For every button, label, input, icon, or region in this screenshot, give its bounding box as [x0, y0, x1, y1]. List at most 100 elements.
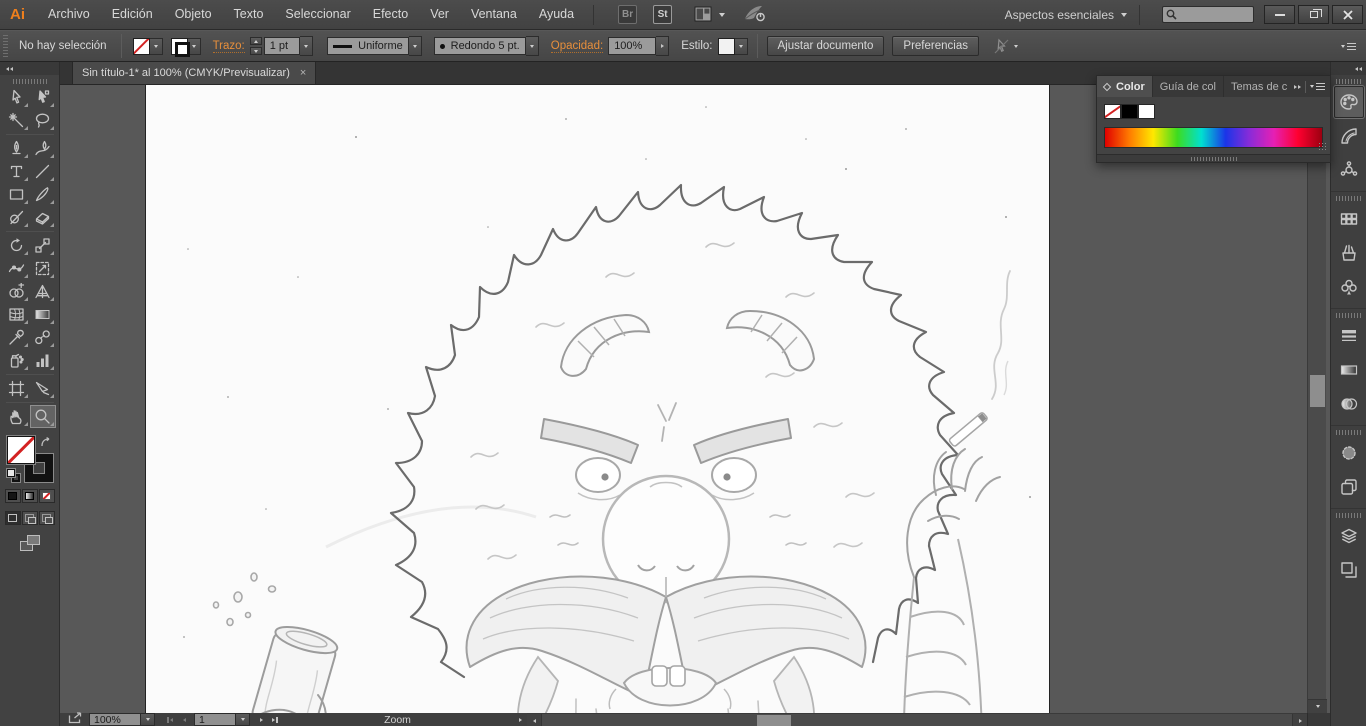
- first-artboard-button[interactable]: [163, 713, 177, 726]
- step-up-icon[interactable]: [249, 37, 262, 45]
- none-swatch[interactable]: [1104, 104, 1121, 119]
- scale-tool[interactable]: [30, 234, 56, 257]
- vertical-scrollbar[interactable]: [1307, 85, 1327, 713]
- stroke-width-stepper[interactable]: [249, 37, 262, 55]
- dock-header[interactable]: [1331, 62, 1366, 75]
- menu-item-3[interactable]: Texto: [223, 0, 275, 29]
- brushes-icon[interactable]: [1334, 237, 1364, 269]
- search-box[interactable]: [1162, 6, 1254, 23]
- stroke-width-dropdown[interactable]: [299, 36, 313, 56]
- brush-definition-dropdown[interactable]: Redondo 5 pt.: [433, 37, 526, 55]
- color-spectrum[interactable]: [1104, 127, 1327, 151]
- eraser-tool[interactable]: [30, 206, 56, 229]
- gripper[interactable]: [1335, 513, 1362, 518]
- fit-document-button[interactable]: Ajustar documento: [766, 36, 885, 56]
- selection-tool[interactable]: [4, 86, 30, 109]
- scroll-down-button[interactable]: [1308, 699, 1327, 713]
- artboard-number-dropdown[interactable]: [236, 713, 250, 726]
- mesh-tool[interactable]: [4, 303, 30, 326]
- eyedropper-tool[interactable]: [4, 326, 30, 349]
- previous-artboard-button[interactable]: [177, 713, 191, 726]
- arrange-documents-button[interactable]: [694, 6, 726, 23]
- shape-builder-tool[interactable]: [4, 280, 30, 303]
- fill-indicator[interactable]: [6, 436, 35, 464]
- close-button[interactable]: [1332, 5, 1363, 24]
- panel-bottom-gripper[interactable]: [1097, 154, 1330, 162]
- panel-tab-temas-de-c[interactable]: Temas de c: [1224, 76, 1292, 97]
- curvature-tool[interactable]: [30, 137, 56, 160]
- stroke-width-field[interactable]: 1 pt: [263, 37, 300, 55]
- fill-color-dropdown[interactable]: [149, 37, 163, 55]
- lasso-tool[interactable]: [30, 109, 56, 132]
- white-swatch[interactable]: [1138, 104, 1155, 119]
- next-artboard-button[interactable]: [254, 713, 268, 726]
- artboard-number-field[interactable]: 1: [194, 713, 236, 726]
- panel-menu-icon[interactable]: [1310, 83, 1325, 90]
- gripper[interactable]: [3, 35, 8, 57]
- fill-color-swatch[interactable]: [132, 37, 150, 55]
- sync-status-button[interactable]: [743, 4, 765, 25]
- free-transform-tool[interactable]: [30, 257, 56, 280]
- rectangle-tool[interactable]: [4, 183, 30, 206]
- transparency-icon[interactable]: [1334, 388, 1364, 420]
- none-button[interactable]: [38, 489, 55, 503]
- panel-resize-grip[interactable]: [1318, 142, 1327, 151]
- symbol-sprayer-tool[interactable]: [4, 349, 30, 372]
- gripper[interactable]: [1335, 430, 1362, 435]
- panel-overflow-icon[interactable]: [1294, 84, 1301, 89]
- paintbrush-tool[interactable]: [30, 183, 56, 206]
- menu-item-2[interactable]: Objeto: [164, 0, 223, 29]
- width-profile-dropdown[interactable]: Uniforme: [326, 37, 409, 55]
- brush-definition-arrow[interactable]: [525, 36, 539, 56]
- gripper[interactable]: [1335, 313, 1362, 318]
- bridge-button[interactable]: Br: [618, 5, 638, 24]
- panel-tab-gu-a-de-col[interactable]: Guía de col: [1153, 76, 1224, 97]
- restore-button[interactable]: [1298, 5, 1329, 24]
- menu-item-1[interactable]: Edición: [101, 0, 164, 29]
- scroll-left-button[interactable]: [527, 714, 542, 726]
- menu-item-5[interactable]: Efecto: [362, 0, 419, 29]
- blob-brush-tool[interactable]: [4, 206, 30, 229]
- document-status-button[interactable]: [68, 712, 83, 726]
- gripper[interactable]: [1335, 79, 1362, 84]
- control-panel-menu[interactable]: [1341, 42, 1356, 50]
- workspace-switcher[interactable]: Aspectos esenciales: [1005, 8, 1127, 22]
- layers-icon[interactable]: [1334, 520, 1364, 552]
- swap-fill-stroke-icon[interactable]: [40, 437, 53, 448]
- zoom-level-dropdown[interactable]: [141, 713, 155, 726]
- last-artboard-button[interactable]: [268, 713, 282, 726]
- menu-item-4[interactable]: Seleccionar: [274, 0, 361, 29]
- magic-wand-tool[interactable]: [4, 109, 30, 132]
- graphic-styles-icon[interactable]: [1334, 471, 1364, 503]
- close-tab-icon[interactable]: ×: [300, 67, 306, 79]
- draw-inside-button[interactable]: [38, 511, 55, 525]
- panel-tab-color[interactable]: Color: [1097, 76, 1153, 97]
- preferences-button[interactable]: Preferencias: [892, 36, 979, 56]
- hand-tool[interactable]: [4, 405, 30, 428]
- gripper[interactable]: [1335, 196, 1362, 201]
- stroke-label[interactable]: Trazo:: [212, 40, 245, 53]
- select-similar-button[interactable]: [993, 38, 1018, 55]
- opacity-label[interactable]: Opacidad:: [550, 40, 604, 53]
- color-themes-icon[interactable]: [1334, 154, 1364, 186]
- swatches-icon[interactable]: [1334, 203, 1364, 235]
- direct-selection-tool[interactable]: [30, 86, 56, 109]
- artboard-tool[interactable]: [4, 377, 30, 400]
- menu-item-7[interactable]: Ventana: [460, 0, 528, 29]
- scroll-right-button[interactable]: [1292, 714, 1307, 726]
- gradient-panel-icon[interactable]: [1334, 354, 1364, 386]
- style-swatch[interactable]: [717, 37, 735, 55]
- opacity-field[interactable]: 100%: [608, 37, 657, 55]
- tools-panel-header[interactable]: [0, 62, 59, 75]
- gripper[interactable]: [12, 79, 47, 84]
- default-fill-stroke-icon[interactable]: [6, 469, 20, 482]
- zoom-tool[interactable]: [29, 405, 56, 428]
- rotate-tool[interactable]: [4, 234, 30, 257]
- draw-behind-button[interactable]: [21, 511, 38, 525]
- blend-tool[interactable]: [30, 326, 56, 349]
- stroke-icon[interactable]: [1334, 320, 1364, 352]
- stock-button[interactable]: St: [653, 5, 673, 24]
- width-tool[interactable]: [4, 257, 30, 280]
- gradient-tool[interactable]: [30, 303, 56, 326]
- canvas-area[interactable]: [60, 85, 1330, 713]
